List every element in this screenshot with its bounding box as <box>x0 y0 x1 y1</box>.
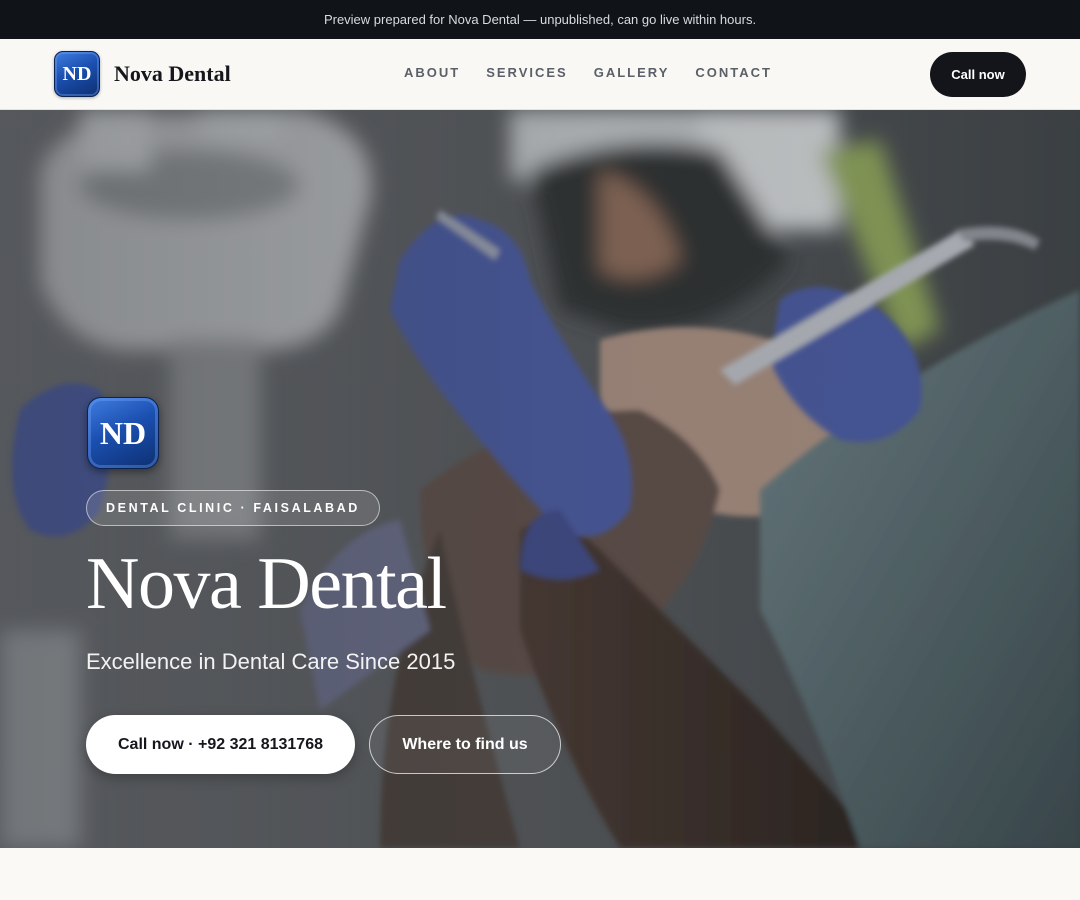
hero-section: ND DENTAL CLINIC · FAISALABAD Nova Denta… <box>0 110 1080 848</box>
brand-home-link[interactable]: ND Nova Dental <box>54 51 231 97</box>
preview-banner: Preview prepared for Nova Dental — unpub… <box>0 0 1080 39</box>
nav-services[interactable]: SERVICES <box>486 65 568 80</box>
preview-banner-text: Preview prepared for Nova Dental — unpub… <box>323 12 757 27</box>
where-to-find-us-button[interactable]: Where to find us <box>369 715 561 774</box>
brand-name: Nova Dental <box>114 61 231 86</box>
next-section <box>0 848 1080 900</box>
header-call-button[interactable]: Call now <box>930 52 1026 97</box>
hero-title: Nova Dental <box>86 543 447 625</box>
hero-tagline-badge: DENTAL CLINIC · FAISALABAD <box>86 490 380 526</box>
nova-dental-hero-logo-icon: ND <box>87 397 159 469</box>
hero-subtitle: Excellence in Dental Care Since 2015 <box>86 649 456 674</box>
nova-dental-logo-icon: ND <box>54 51 100 97</box>
site-header: ND Nova Dental ABOUT SERVICES GALLERY CO… <box>0 39 1080 110</box>
main-nav: ABOUT SERVICES GALLERY CONTACT <box>404 65 798 80</box>
nav-contact[interactable]: CONTACT <box>695 65 772 80</box>
hero-tagline-text: DENTAL CLINIC · FAISALABAD <box>106 501 360 515</box>
hero-call-button[interactable]: Call now · +92 321 8131768 <box>86 715 355 774</box>
nav-about[interactable]: ABOUT <box>404 65 460 80</box>
nav-gallery[interactable]: GALLERY <box>594 65 670 80</box>
